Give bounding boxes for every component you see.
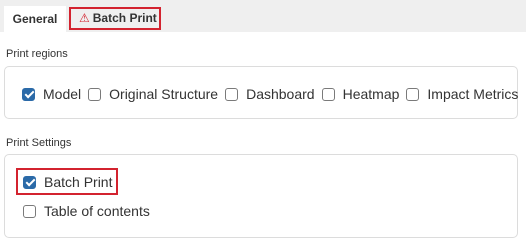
option-table-of-contents[interactable]: Table of contents [23,203,150,219]
print-regions-options: Model Original Structure Dashboard Heatm… [22,86,525,102]
tab-batch-print[interactable]: ⚠ Batch Print [69,7,161,30]
tab-general[interactable]: General [4,6,66,32]
warning-triangle-icon: ⚠ [79,11,90,25]
option-dashboard[interactable]: Dashboard [225,86,315,102]
option-table-of-contents-label: Table of contents [44,203,150,219]
print-settings-panel: Batch Print Table of contents [4,154,518,238]
option-batch-print-label: Batch Print [44,174,113,190]
batch-print-checkbox[interactable] [23,175,36,189]
option-heatmap-label: Heatmap [342,86,400,102]
original-structure-checkbox[interactable] [88,87,102,101]
print-settings-heading: Print Settings [6,137,72,149]
option-model[interactable]: Model [22,86,81,102]
tab-bar: General ⚠ Batch Print [0,0,526,32]
option-impact-metrics[interactable]: Impact Metrics [406,86,518,102]
print-regions-heading: Print regions [6,48,68,60]
dashboard-checkbox[interactable] [225,87,239,101]
table-of-contents-checkbox[interactable] [23,204,36,218]
option-dashboard-label: Dashboard [246,86,315,102]
option-batch-print[interactable]: Batch Print [23,174,112,190]
option-original-structure-label: Original Structure [109,86,219,102]
model-checkbox[interactable] [22,87,35,101]
print-regions-panel: Model Original Structure Dashboard Heatm… [4,66,518,119]
option-impact-metrics-label: Impact Metrics [427,86,519,102]
tab-general-label: General [12,12,58,26]
option-heatmap[interactable]: Heatmap [321,86,400,102]
option-original-structure[interactable]: Original Structure [88,86,218,102]
option-model-label: Model [43,86,82,102]
impact-metrics-checkbox[interactable] [406,87,420,101]
heatmap-checkbox[interactable] [321,87,335,101]
tab-batch-print-label: Batch Print [92,11,157,25]
